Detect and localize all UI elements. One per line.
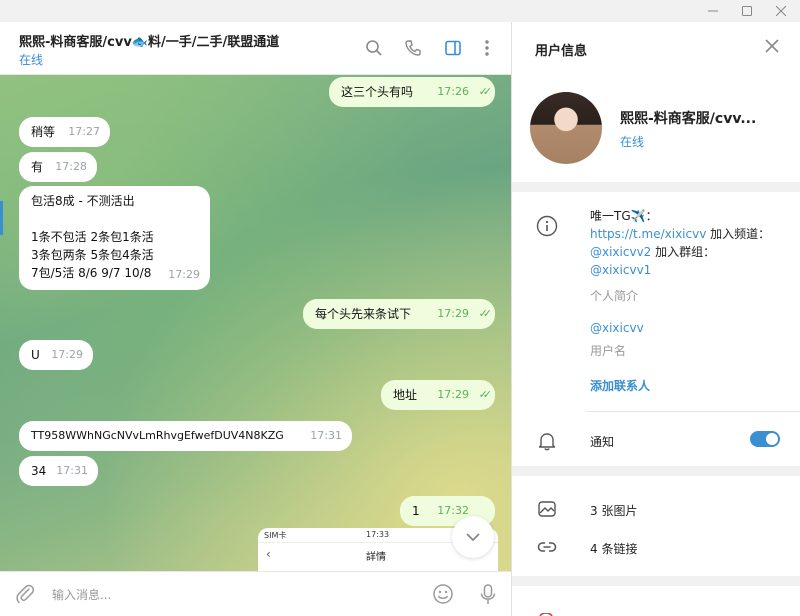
carrier-label: SIM卡: [264, 531, 287, 540]
microphone-icon[interactable]: [477, 583, 501, 607]
message-bubble[interactable]: TT958WWhNGcNVvLmRhvgEfwefDUV4N8KZG 17:31: [19, 421, 352, 451]
notifications-label: 通知: [590, 435, 615, 449]
phone-clock: 17:33: [366, 530, 390, 539]
back-icon: ‹: [266, 547, 271, 561]
chat-status: 在线: [19, 53, 44, 67]
message-text: U: [31, 348, 40, 362]
chat-title[interactable]: 熙熙-料商客服/cvv🐟料/一手/二手/联盟通道: [19, 31, 279, 50]
sidebar-toggle-icon[interactable]: [441, 36, 465, 60]
message-text: 1: [412, 504, 420, 518]
user-info-panel: 用户信息 熙熙-料商客服/cvv... 在线 唯一TG✈️： https://t…: [512, 22, 800, 616]
message-text: 稍等: [31, 125, 56, 139]
username-label: 用户名: [590, 344, 627, 358]
row-divider: [586, 411, 800, 412]
message-composer: [0, 571, 511, 616]
message-bubble[interactable]: U 17:29: [19, 340, 93, 370]
minimize-icon[interactable]: [694, 0, 732, 22]
links-count[interactable]: 4 条链接: [590, 540, 637, 557]
link-icon: [536, 536, 558, 558]
section-separator: [512, 576, 800, 586]
profile-status: 在线: [620, 135, 645, 149]
message-text: 34: [31, 464, 47, 478]
close-window-icon[interactable]: [762, 0, 800, 22]
message-time: 17:29: [437, 388, 469, 401]
message-time: 17:29: [168, 268, 200, 281]
bio-text: 唯一TG✈️： https://t.me/xixicvv 加入频道： @xixi…: [590, 207, 780, 279]
selection-indicator: [0, 201, 3, 235]
phone-screen-title: 詳情: [366, 552, 386, 563]
close-icon[interactable]: [764, 38, 784, 58]
chat-messages-area[interactable]: 这三个头有吗 17:26 ✓✓ 稍等 17:27 有 17:28 包活8成 - …: [0, 75, 511, 571]
chat-header: 熙熙-料商客服/cvv🐟料/一手/二手/联盟通道 在线: [0, 22, 511, 75]
scroll-down-button[interactable]: [452, 516, 494, 558]
message-text-line: [31, 210, 198, 228]
add-contact-button[interactable]: 添加联系人: [590, 377, 650, 394]
bio-label: 个人简介: [590, 289, 639, 303]
bio-text-join-channel: 加入频道：: [706, 227, 771, 241]
photos-count[interactable]: 3 张图片: [590, 502, 637, 519]
message-text: TT958WWhNGcNVvLmRhvgEfwefDUV4N8KZG: [31, 429, 284, 442]
toggle-knob: [766, 433, 778, 445]
chevron-down-icon: [466, 533, 480, 542]
message-time: 17:29: [437, 307, 469, 320]
bio-prefix: 唯一TG✈️：: [590, 209, 658, 223]
more-menu-icon[interactable]: [475, 36, 499, 60]
emoji-icon[interactable]: [432, 583, 456, 607]
info-icon: [536, 215, 558, 237]
message-time: 17:26: [437, 85, 469, 98]
username-value[interactable]: @xixicvv: [590, 321, 644, 335]
message-text: 有: [31, 160, 44, 174]
message-text: 每个头先来条试下: [315, 307, 412, 321]
message-text-line: 3条包两条 5条包4条活: [31, 248, 154, 262]
message-time: 17:29: [51, 348, 83, 361]
message-bubble[interactable]: 包活8成 - 不测活出 1条不包活 2条包1条活 3条包两条 5条包4条活 7包…: [19, 186, 210, 290]
message-time: 17:28: [55, 160, 87, 173]
avatar[interactable]: [530, 92, 602, 164]
panel-title: 用户信息: [535, 44, 588, 59]
section-separator: [512, 182, 800, 192]
read-check-icon: ✓✓: [478, 85, 493, 98]
message-bubble[interactable]: 每个头先来条试下 17:29 ✓✓: [303, 299, 495, 329]
message-bubble[interactable]: 这三个头有吗 17:26 ✓✓: [329, 77, 495, 107]
bio-link-group-handle[interactable]: @xixicvv1: [590, 263, 651, 277]
message-time: 17:31: [310, 429, 342, 442]
message-text-line: 1条不包活 2条包1条活: [31, 230, 154, 244]
message-bubble[interactable]: 稍等 17:27: [19, 117, 110, 147]
message-text-line: 包活8成 - 不测活出: [31, 194, 135, 208]
read-check-icon: ✓✓: [478, 388, 493, 401]
maximize-icon[interactable]: [728, 0, 766, 22]
read-check-icon: ✓✓: [478, 307, 493, 320]
message-text: 这三个头有吗: [341, 85, 414, 99]
message-bubble[interactable]: 34 17:31: [19, 456, 98, 486]
section-separator: [512, 466, 800, 476]
window-titlebar: [0, 0, 800, 22]
profile-name: 熙熙-料商客服/cvv...: [620, 111, 757, 127]
message-time: 17:31: [56, 464, 88, 477]
bio-link-channel-handle[interactable]: @xixicvv2: [590, 245, 651, 259]
message-time: 17:27: [68, 125, 100, 138]
message-input[interactable]: [52, 584, 412, 606]
block-user-icon[interactable]: [536, 608, 556, 616]
bell-icon: [536, 430, 558, 452]
message-text: 地址: [393, 388, 418, 402]
phone-icon[interactable]: [401, 36, 425, 60]
bio-link-channel[interactable]: https://t.me/xixicvv: [590, 227, 706, 241]
message-bubble[interactable]: 有 17:28: [19, 152, 97, 182]
message-bubble[interactable]: 地址 17:29 ✓✓: [381, 380, 495, 410]
image-icon: [536, 498, 558, 520]
search-icon[interactable]: [362, 36, 386, 60]
attachment-icon[interactable]: [14, 583, 38, 607]
notifications-toggle[interactable]: [750, 431, 780, 447]
bio-text-join-group: 加入群组：: [651, 245, 716, 259]
